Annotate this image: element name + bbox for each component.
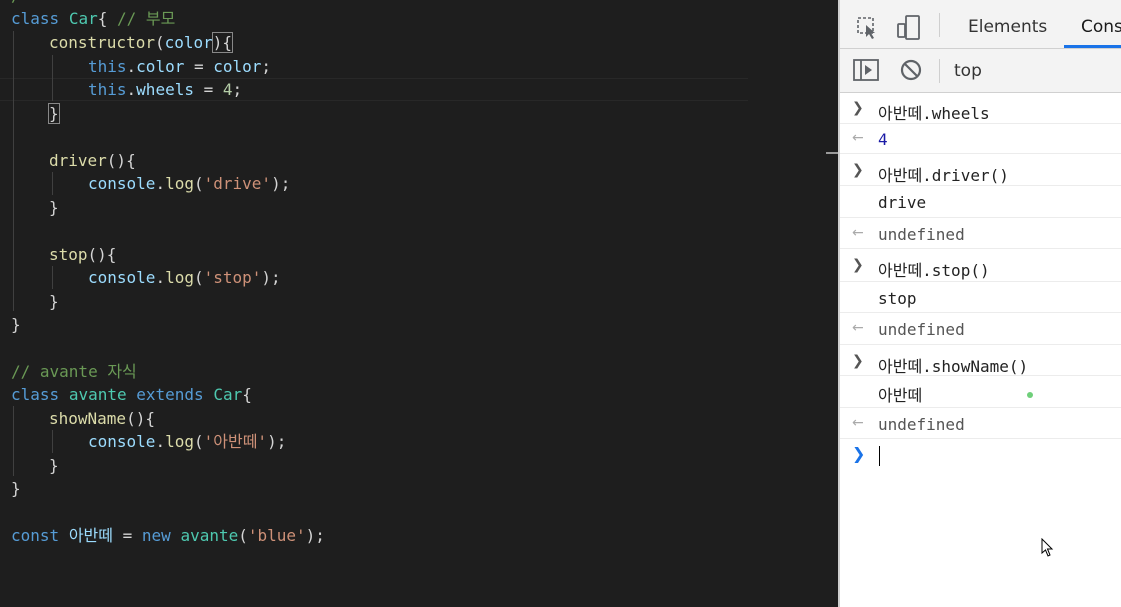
console-input-row: ❯ 아반떼.driver() (840, 154, 1121, 186)
input-chevron-icon: ❯ (852, 353, 864, 369)
indent-guide (52, 172, 53, 195)
code-line-4: this.wheels = 4; (88, 80, 243, 99)
console-log-row: 아반떼 (840, 376, 1121, 408)
code-line-20: } (49, 456, 59, 475)
prompt-chevron-icon: ❯ (852, 444, 866, 463)
code-line-21: } (11, 479, 21, 498)
code-line-18: showName(){ (49, 409, 155, 428)
input-chevron-icon: ❯ (852, 257, 864, 273)
active-tab-indicator (1064, 45, 1121, 48)
console-return-row: ← undefined (840, 408, 1121, 439)
code-line-23: const 아반떼 = new avante('blue'); (11, 526, 325, 545)
context-selector[interactable]: top (954, 61, 982, 81)
console-toolbar: top (840, 49, 1121, 93)
mouse-cursor-icon (1041, 537, 1055, 562)
editor-scrollbar[interactable] (826, 0, 838, 607)
code-line-13: } (49, 292, 59, 311)
console-return-row: ← undefined (840, 218, 1121, 249)
console-return-row: ← 4 (840, 124, 1121, 154)
toolbar-separator (939, 59, 940, 83)
toolbar-separator (939, 13, 940, 37)
indent-guide (52, 266, 53, 289)
input-chevron-icon: ❯ (852, 100, 864, 116)
indent-guide (52, 55, 53, 101)
clear-console-icon[interactable] (900, 59, 922, 85)
indent-guide (13, 406, 14, 476)
devtools-panel: Elements Cons top ❯ 아반떼.wheels ← 4 ❯ 아반떼… (838, 0, 1121, 607)
code-line-9: } (49, 198, 59, 217)
inspect-element-icon[interactable] (856, 16, 880, 44)
code-line-12: console.log('stop'); (88, 268, 281, 287)
tab-console[interactable]: Cons (1081, 17, 1121, 37)
code-line-16: // avante 자식 (11, 362, 137, 381)
code-line-7: driver(){ (49, 151, 136, 170)
console-input-row: ❯ 아반떼.showName() (840, 345, 1121, 376)
code-line-1: class Car{ // 부모 (11, 9, 176, 28)
tab-elements[interactable]: Elements (968, 17, 1047, 37)
scrollbar-marker (826, 152, 838, 154)
devtools-tabbar: Elements Cons (840, 0, 1121, 49)
return-arrow-icon: ← (852, 130, 864, 146)
console-return-row: ← undefined (840, 313, 1121, 345)
return-arrow-icon: ← (852, 415, 864, 431)
code-editor[interactable]: / class Car{ // 부모 constructor(color){ t… (0, 0, 826, 607)
show-sidebar-icon[interactable] (853, 59, 879, 85)
code-line-17: class avante extends Car{ (11, 385, 252, 404)
console-input-row: ❯ 아반떼.stop() (840, 249, 1121, 282)
code-line-2: constructor(color){ (49, 32, 234, 53)
code-line-8: console.log('drive'); (88, 174, 291, 193)
device-toolbar-icon[interactable] (897, 15, 921, 45)
console-prompt-input[interactable] (879, 446, 880, 466)
code-line-5: } (48, 103, 60, 124)
return-arrow-icon: ← (852, 225, 864, 241)
console-log-row: stop (840, 282, 1121, 313)
code-line-14: } (11, 315, 21, 334)
console-input-row: ❯ 아반떼.wheels (840, 93, 1121, 124)
code-line-19: console.log('아반떼'); (88, 432, 287, 451)
code-line-partial: / (11, 0, 21, 7)
indent-guide (52, 430, 53, 453)
code-line-11: stop(){ (49, 245, 117, 264)
console-log-row: drive (840, 186, 1121, 218)
return-arrow-icon: ← (852, 320, 864, 336)
code-line-3: this.color = color; (88, 57, 272, 76)
indent-guide (13, 31, 14, 311)
status-dot (1027, 392, 1033, 398)
input-chevron-icon: ❯ (852, 162, 864, 178)
